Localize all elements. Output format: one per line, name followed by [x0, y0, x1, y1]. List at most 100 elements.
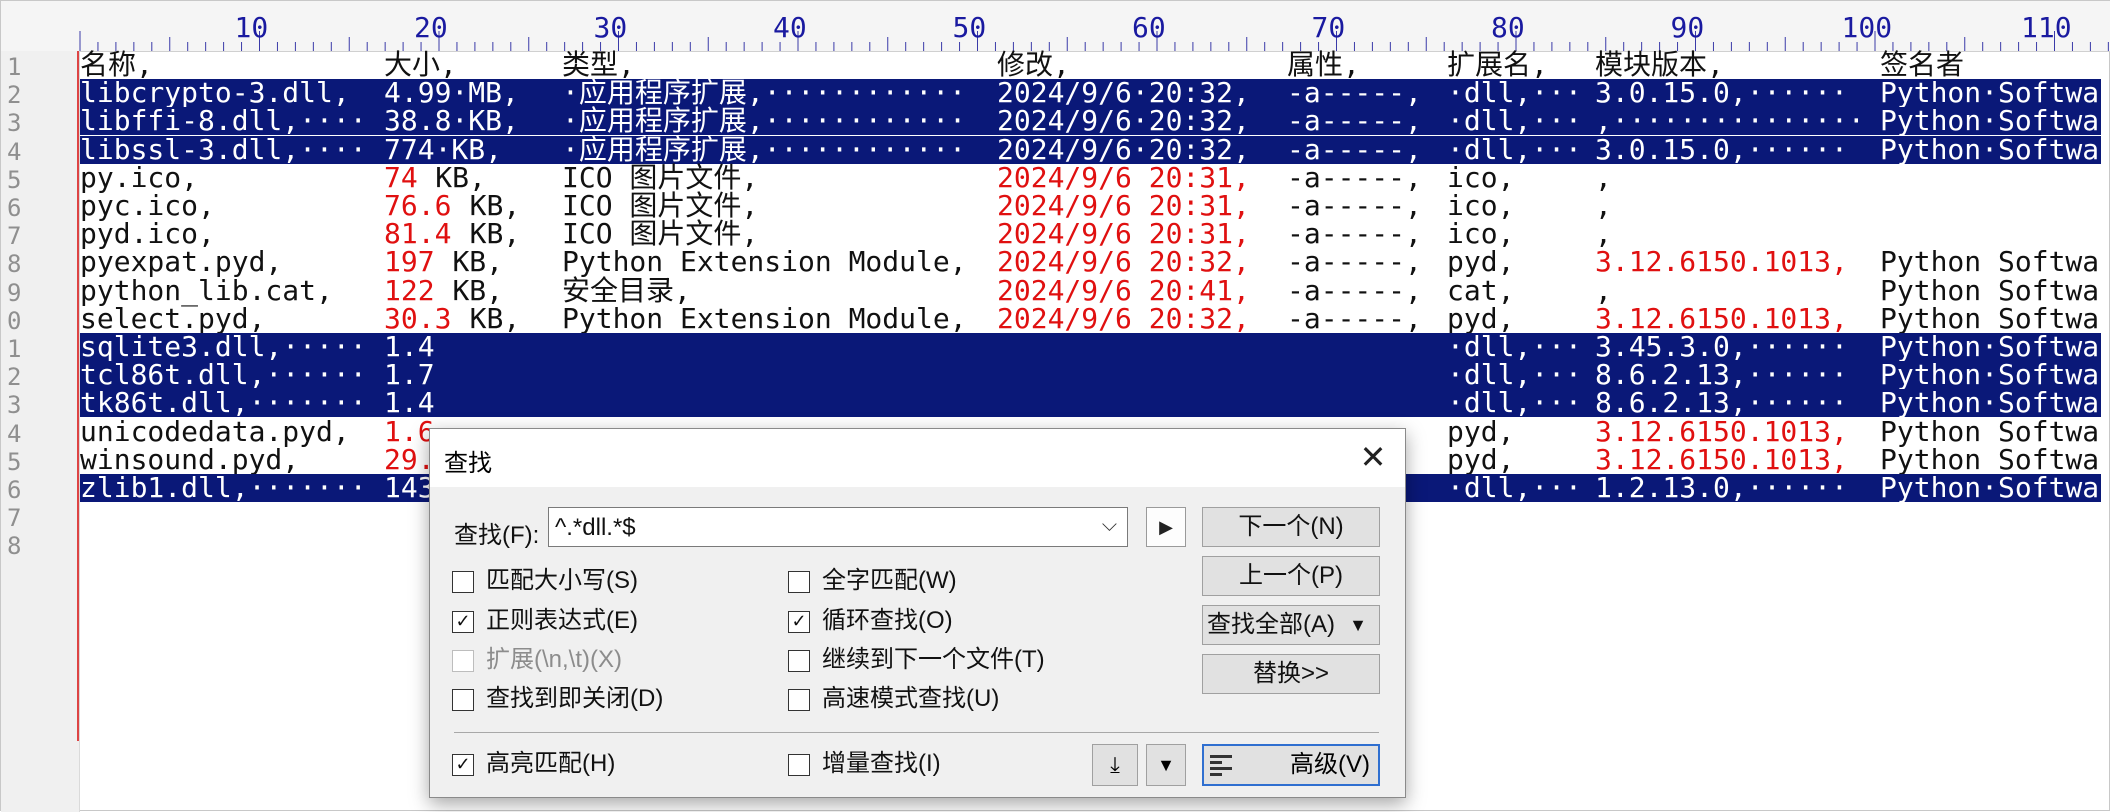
text-line[interactable]: select.pyd, 30.3 KB, Python Extension Modu… — [80, 301, 2101, 335]
ruler-number: 40 — [773, 11, 807, 44]
cell-mod: 2024/9/6 20:32, — [997, 301, 1250, 335]
selected-text-line[interactable]: sqlite3.dll,····· 1.4 ·dll,··· 3.45.3.0,···… — [80, 333, 2101, 361]
regex-label: 正则表达式(E) — [486, 607, 638, 634]
line-number-gutter: 123456789012345678 — [1, 51, 80, 812]
extended-checkbox: 扩展(\n,\t)(X) — [452, 644, 622, 676]
cell-size-unit: KB, — [435, 273, 504, 307]
next-file-label: 继续到下一个文件(T) — [822, 646, 1045, 673]
highlight-checkbox[interactable]: ✓ 高亮匹配(H) — [452, 748, 615, 780]
cell-name: pyd.ico, — [80, 217, 215, 251]
cell-mod: 2024/9/6·20:32, — [997, 104, 1250, 138]
find-all-button[interactable]: 查找全部(A) ▼ — [1202, 605, 1380, 645]
dropdown-arrow-icon[interactable]: ▼ — [1146, 744, 1186, 786]
text-line[interactable]: pyc.ico, 76.6 KB, ICO 图片文件, 2024/9/6 20:31,… — [80, 192, 2101, 220]
extended-label: 扩展(\n,\t)(X) — [486, 646, 622, 673]
line-number: 4 — [7, 419, 22, 448]
cell-ver: 3.0.15.0,······ — [1595, 132, 1848, 166]
line-number: 3 — [7, 109, 22, 138]
cell-sig: Python·Softwa — [1880, 471, 2100, 504]
ruler-number: 60 — [1132, 11, 1166, 44]
cell-ver: 3.12.6150.1013, — [1595, 301, 1848, 335]
replace-button[interactable]: 替换>> — [1202, 654, 1380, 694]
cell-attr: -a-----, — [1287, 217, 1422, 251]
cell-ext: ico, — [1447, 217, 1515, 251]
cell-size-unit: KB, — [452, 301, 521, 335]
cell-size-unit: KB, — [452, 217, 521, 251]
cell-name: py.ico, — [80, 160, 199, 194]
line-number: 4 — [7, 137, 22, 166]
find-next-button[interactable]: 下一个(N) — [1202, 507, 1380, 547]
ruler-number: 110 — [2021, 11, 2072, 44]
cell-ver: , — [1595, 273, 1612, 307]
text-line[interactable]: pyexpat.pyd, 197 KB, Python Extension Modu… — [80, 248, 2101, 276]
cell-mod: 2024/9/6 20:31, — [997, 189, 1250, 222]
cell-sig: Python Softwa — [1880, 301, 2100, 335]
cell-ver: 3.45.3.0,······ — [1595, 330, 1848, 363]
regex-checkbox[interactable]: ✓ 正则表达式(E) — [452, 605, 638, 637]
cell-ver: , — [1595, 160, 1612, 194]
close-button[interactable]: ✕ — [1353, 437, 1393, 477]
cell-size: 大小, — [384, 48, 457, 81]
cell-ext: ico, — [1447, 160, 1515, 194]
advanced-label: 高级(V) — [1290, 751, 1370, 778]
close-on-find-checkbox[interactable]: 查找到即关闭(D) — [452, 683, 663, 715]
advanced-button[interactable]: 高级(V) — [1202, 744, 1380, 786]
checkbox-box — [788, 753, 810, 776]
next-file-checkbox[interactable]: 继续到下一个文件(T) — [788, 644, 1045, 676]
find-input[interactable]: ^.*dll.*$ ⌵ — [548, 507, 1128, 547]
find-previous-button[interactable]: 上一个(P) — [1202, 556, 1380, 596]
cell-name: unicodedata.pyd, — [80, 414, 350, 448]
match-case-checkbox[interactable]: 匹配大小写(S) — [452, 565, 638, 597]
cell-type: 类型, — [562, 48, 635, 81]
whole-word-checkbox[interactable]: 全字匹配(W) — [788, 565, 957, 597]
incremental-checkbox[interactable]: 增量查找(I) — [788, 748, 941, 780]
cell-ver: , — [1595, 189, 1612, 222]
dialog-title: 查找 — [444, 450, 492, 477]
line-number: 5 — [7, 447, 22, 476]
checkbox-box — [452, 570, 474, 593]
wrap-around-label: 循环查找(O) — [822, 607, 953, 634]
cell-sig: Python Softwa — [1880, 414, 2100, 448]
cell-sig: Python·Softwa — [1880, 330, 2100, 363]
text-line[interactable]: python_lib.cat, 122 KB, 安全目录, 2024/9/6 20:4… — [80, 273, 2101, 307]
cell-size: 1.4 — [384, 386, 435, 420]
cell-ver: 8.6.2.13,······ — [1595, 386, 1848, 420]
cell-name: zlib1.dll,······· — [80, 471, 367, 504]
cell-name: tk86t.dll,······· — [80, 386, 367, 420]
match-case-label: 匹配大小写(S) — [486, 567, 638, 594]
selected-text-line[interactable]: libssl-3.dll,···· 774·KB, ·应用程序扩展,········… — [80, 132, 2101, 166]
text-line[interactable]: py.ico, 74 KB, ICO 图片文件, 2024/9/6 20:31, -a-… — [80, 160, 2101, 194]
cell-sig: Python·Softwa — [1880, 132, 2100, 166]
cell-name: libssl-3.dll,···· — [80, 132, 367, 166]
cell-ext: ·dll,··· — [1447, 76, 1582, 110]
find-all-label: 查找全部(A) — [1207, 611, 1335, 638]
dialog-titlebar[interactable]: 查找 ✕ — [430, 429, 1405, 487]
cell-type: ICO 图片文件, — [562, 217, 759, 251]
wrap-around-checkbox[interactable]: ✓ 循环查找(O) — [788, 605, 953, 637]
selected-text-line[interactable]: tk86t.dll,······· 1.4 ·dll,··· 8.6.2.13,···… — [80, 386, 2101, 420]
selected-text-line[interactable]: tcl86t.dll,······ 1.7 ·dll,··· 8.6.2.13,···… — [80, 361, 2101, 390]
text-line[interactable]: pyd.ico, 81.4 KB, ICO 图片文件, 2024/9/6 20:31,… — [80, 220, 2101, 248]
chevron-down-icon[interactable]: ⌵ — [1102, 514, 1117, 537]
cell-ext: cat, — [1447, 273, 1515, 307]
fast-mode-checkbox[interactable]: 高速模式查找(U) — [788, 683, 999, 715]
cell-name: sqlite3.dll,····· — [80, 330, 367, 363]
cell-sig: Python·Softwa — [1880, 76, 2100, 110]
cell-name: python_lib.cat, — [80, 273, 333, 307]
text-line[interactable]: 名称, 大小, 类型, 修改, 属性, 扩展名, 模块版本, 签名者 — [80, 51, 2101, 79]
selected-text-line[interactable]: libcrypto-3.dll, 4.99·MB, ·应用程序扩展,········… — [80, 76, 2101, 110]
cell-size-unit: KB, — [452, 189, 521, 222]
cell-size: 1.4 — [384, 330, 435, 363]
line-number: 1 — [7, 53, 22, 81]
selected-text-line[interactable]: libffi-8.dll,···· 38.8·KB, ·应用程序扩展,·······… — [80, 104, 2101, 138]
list-lines-icon — [1210, 755, 1232, 776]
play-icon[interactable]: ▶ — [1146, 507, 1186, 547]
cell-size: 74 — [384, 160, 418, 194]
cell-type: ICO 图片文件, — [562, 160, 759, 194]
download-icon[interactable]: ⤓ — [1092, 744, 1138, 786]
find-label: 查找(F): — [454, 522, 540, 549]
dropdown-arrow-icon[interactable]: ▼ — [1349, 606, 1367, 644]
whole-word-label: 全字匹配(W) — [822, 567, 957, 594]
ruler-number: 80 — [1491, 11, 1525, 44]
cell-size: 774·KB, — [384, 132, 503, 166]
